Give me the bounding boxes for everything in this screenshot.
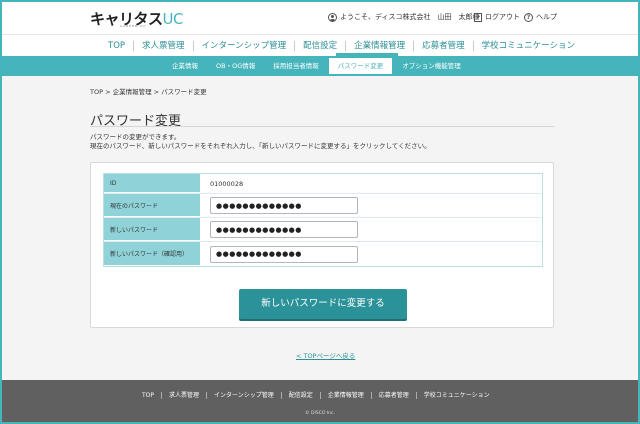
top-header: キャリタスUC CAREER UC ようこそ、ディスコ株式会社 山田 太郎様 ➜… (2, 2, 638, 34)
main-nav-internship[interactable]: インターンシップ管理 (192, 41, 295, 51)
person-icon (328, 12, 337, 22)
sub-nav-recruiter[interactable]: 採用担当者情報 (264, 56, 328, 76)
new-password-label: 新しいパスワード (104, 218, 200, 241)
footer-link-company-info[interactable]: 企業情報管理 (319, 392, 371, 399)
main-nav: TOP 求人票管理 インターンシップ管理 配信設定 企業情報管理 応募者管理 学… (2, 34, 638, 56)
copyright: © DISCO Inc. (305, 411, 335, 416)
id-value: 01000028 (210, 179, 244, 188)
footer-link-top[interactable]: TOP (135, 392, 161, 399)
sub-nav-password[interactable]: パスワード変更 (327, 57, 394, 75)
sub-nav-ob-og[interactable]: OB・OG情報 (207, 56, 264, 76)
user-info: ようこそ、ディスコ株式会社 山田 太郎様 (328, 12, 480, 22)
footer: TOP 求人票管理 インターンシップ管理 配信設定 企業情報管理 応募者管理 学… (2, 380, 638, 422)
logo-uc: UC (162, 10, 184, 28)
confirm-password-label: 新しいパスワード（確認用） (104, 242, 200, 266)
main-nav-applicants[interactable]: 応募者管理 (413, 41, 473, 51)
title-divider (90, 126, 554, 127)
help-link[interactable]: ? ヘルプ (524, 12, 557, 22)
back-to-top-link[interactable]: < TOPページへ戻る (296, 350, 355, 360)
new-password-input[interactable]: ●●●●●●●●●●●●● (210, 221, 358, 238)
password-form-table: ID 01000028 現在のパスワード ●●●●●●●●●●●●● 新しいパス… (103, 173, 543, 267)
current-password-label: 現在のパスワード (104, 194, 200, 217)
new-password-row: 新しいパスワード ●●●●●●●●●●●●● (104, 218, 542, 242)
footer-link-internship[interactable]: インターンシップ管理 (206, 392, 281, 399)
logout-link[interactable]: ➜ ログアウト (474, 12, 520, 22)
change-password-button[interactable]: 新しいパスワードに変更する (239, 289, 407, 319)
main-nav-school-communication[interactable]: 学校コミュニケーション (472, 41, 583, 51)
main-nav-top[interactable]: TOP (100, 41, 133, 51)
logo-sub: CAREER UC (120, 24, 147, 28)
welcome-text: ようこそ、ディスコ株式会社 山田 太郎様 (340, 13, 480, 21)
footer-link-delivery[interactable]: 配信設定 (280, 392, 320, 399)
main-nav-job-posting[interactable]: 求人票管理 (133, 41, 193, 51)
sub-nav-options[interactable]: オプション機能管理 (393, 56, 470, 76)
footer-link-applicants[interactable]: 応募者管理 (370, 392, 416, 399)
breadcrumb: TOP > 企業情報管理 > パスワード変更 (90, 88, 207, 96)
confirm-password-input[interactable]: ●●●●●●●●●●●●● (210, 245, 358, 263)
sub-nav-company-info[interactable]: 企業情報 (163, 56, 207, 76)
main-nav-delivery[interactable]: 配信設定 (294, 41, 345, 51)
description-line-1: パスワードの変更ができます。 (90, 133, 181, 141)
sub-nav: 企業情報 OB・OG情報 採用担当者情報 パスワード変更 オプション機能管理 (2, 56, 638, 76)
help-label: ヘルプ (536, 13, 557, 21)
password-form-card: ID 01000028 現在のパスワード ●●●●●●●●●●●●● 新しいパス… (90, 162, 554, 328)
page-description: パスワードの変更ができます。 現在のパスワード、新しいパスワードをそれぞれ入力し… (90, 133, 431, 151)
id-label: ID (104, 174, 200, 193)
confirm-password-row: 新しいパスワード（確認用） ●●●●●●●●●●●●● (104, 242, 542, 266)
footer-link-job-posting[interactable]: 求人票管理 (161, 392, 206, 399)
current-password-row: 現在のパスワード ●●●●●●●●●●●●● (104, 194, 542, 218)
logout-label: ログアウト (485, 13, 520, 21)
help-icon: ? (524, 12, 533, 22)
footer-link-school-communication[interactable]: 学校コミュニケーション (415, 392, 497, 399)
current-password-input[interactable]: ●●●●●●●●●●●●● (210, 197, 358, 214)
logout-icon: ➜ (474, 12, 482, 22)
description-line-2: 現在のパスワード、新しいパスワードをそれぞれ入力し、「新しいパスワードに変更する… (90, 142, 431, 150)
id-row: ID 01000028 (104, 174, 542, 194)
main-nav-company-info[interactable]: 企業情報管理 (345, 41, 413, 51)
